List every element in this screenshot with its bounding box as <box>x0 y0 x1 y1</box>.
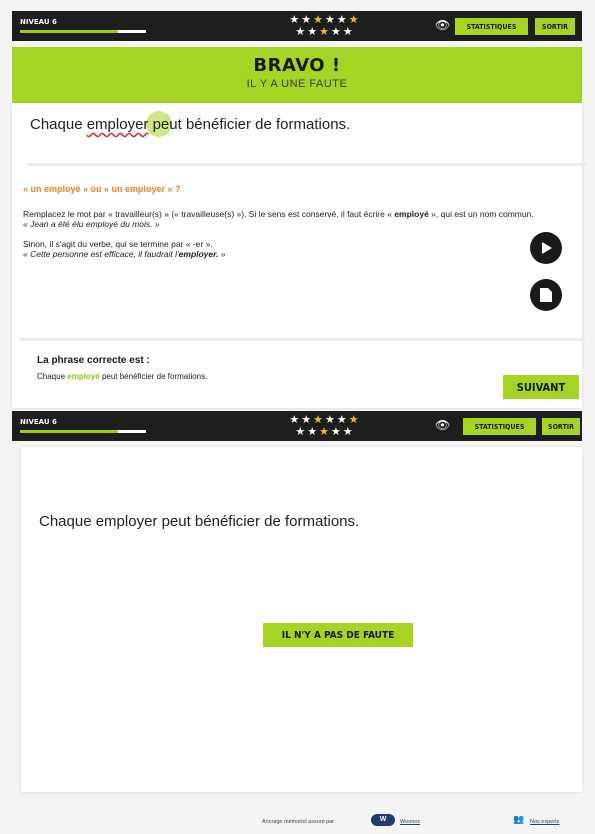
correct-before: Chaque <box>37 372 68 381</box>
star-icon: ★ <box>336 14 349 26</box>
footer-text: Ancrage mémoriel assuré par <box>262 819 335 825</box>
star-icon: ★ <box>342 426 355 438</box>
correct-sentence: Chaque employé peut bénéficier de format… <box>37 372 207 381</box>
eye-icon[interactable]: 👁 <box>435 19 450 31</box>
star-icon: ★ <box>348 414 361 426</box>
star-icon: ★ <box>313 414 325 426</box>
explanation-keyword: employé <box>394 209 429 219</box>
star-icon: ★ <box>289 414 302 426</box>
star-icon: ★ <box>313 14 325 26</box>
correct-keyword: employé <box>67 372 100 381</box>
example-1: « Jean a été élu employé du mois. » <box>23 219 160 229</box>
star-icon: ★ <box>325 14 337 26</box>
rule-explanation: Remplacez le mot par « travailleur(s) » … <box>23 209 585 259</box>
star-icon: ★ <box>289 14 302 26</box>
stars-rating: ★★★★★★ ★★★★★ <box>265 14 385 38</box>
play-icon <box>542 242 552 254</box>
error-word[interactable]: employer <box>87 116 149 133</box>
correct-sentence-title: La phrase correcte est : <box>37 355 150 366</box>
star-icon: ★ <box>325 414 337 426</box>
star-icon: ★ <box>342 26 355 38</box>
top-bar: NIVEAU 6 ★★★★★★ ★★★★★ 👁 STATISTIQUES SORT… <box>12 411 582 441</box>
star-icon: ★ <box>348 14 361 26</box>
divider <box>20 338 585 341</box>
play-button[interactable] <box>530 232 562 264</box>
example-2: « Cette personne est efficace, il faudra… <box>23 249 179 259</box>
rule-question: « un employé » ou « un employer » ? <box>23 184 181 194</box>
star-icon: ★ <box>319 26 331 38</box>
level-progress-bar <box>20 430 146 433</box>
quiz-sentence-2[interactable]: Chaque employer peut bénéficier de forma… <box>39 513 359 530</box>
result-banner: BRAVO ! IL Y A UNE FAUTE <box>12 47 582 103</box>
star-icon: ★ <box>295 426 308 438</box>
top-bar: NIVEAU 6 ★★★★★★ ★★★★★ 👁 STATISTIQUES SORT… <box>12 11 582 41</box>
star-icon: ★ <box>301 414 314 426</box>
star-icon: ★ <box>307 26 320 38</box>
quiz-sentence: Chaque employer peut bénéficier de forma… <box>30 116 350 133</box>
star-icon: ★ <box>330 426 343 438</box>
explanation-text-2: Sinon, il s'agit du verbe, qui se termin… <box>23 239 213 249</box>
result-subtitle: IL Y A UNE FAUTE <box>246 78 348 90</box>
exit-button[interactable]: SORTIR <box>535 18 575 35</box>
star-icon: ★ <box>295 26 308 38</box>
no-error-button[interactable]: IL N'Y A PAS DE FAUTE <box>263 623 413 647</box>
star-icon: ★ <box>307 426 320 438</box>
statistics-button[interactable]: STATISTIQUES <box>463 418 536 435</box>
star-icon: ★ <box>301 14 314 26</box>
document-icon <box>540 288 552 302</box>
explanation-text: », qui est un nom commun. <box>428 209 534 219</box>
sentence-after: peut bénéficier de formations. <box>148 116 351 133</box>
level-label: NIVEAU 6 <box>20 418 57 426</box>
woonoz-logo[interactable]: W <box>371 814 395 826</box>
result-title: BRAVO ! <box>253 55 341 76</box>
star-icon: ★ <box>330 26 343 38</box>
star-icon: ★ <box>336 414 349 426</box>
stars-rating: ★★★★★★ ★★★★★ <box>265 414 385 438</box>
divider <box>27 163 587 166</box>
experts-icon: 👥 <box>513 814 525 824</box>
level-label: NIVEAU 6 <box>20 18 57 26</box>
example-2-end: » <box>218 249 226 259</box>
statistics-button[interactable]: STATISTIQUES <box>455 18 528 35</box>
correct-after: peut bénéficier de formations. <box>99 372 208 381</box>
level-progress-bar <box>20 30 146 33</box>
sentence-before: Chaque <box>30 116 87 133</box>
footer-brand-link[interactable]: Woonoz <box>400 819 420 825</box>
document-button[interactable] <box>530 279 562 311</box>
explanation-text: Remplacez le mot par « travailleur(s) » … <box>23 209 395 219</box>
eye-icon[interactable]: 👁 <box>435 419 450 431</box>
exit-button[interactable]: SORTIR <box>542 418 580 435</box>
example-2-keyword: employer. <box>178 249 219 259</box>
next-button[interactable]: SUIVANT <box>503 375 579 399</box>
question-card <box>21 447 582 792</box>
star-icon: ★ <box>319 426 331 438</box>
experts-link[interactable]: Nos experts <box>530 819 559 825</box>
